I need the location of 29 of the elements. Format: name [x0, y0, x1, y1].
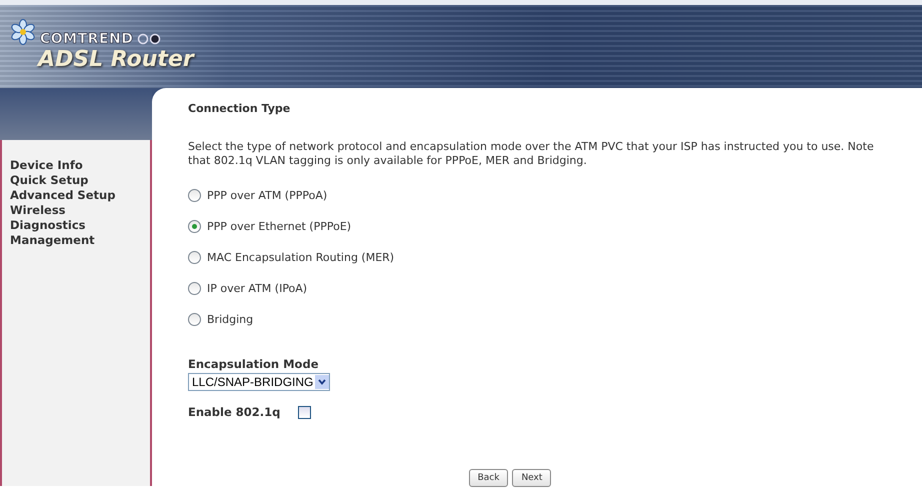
page-title: Connection Type [188, 102, 292, 115]
radio-label: PPP over ATM (PPPoA) [207, 189, 328, 202]
radio-button[interactable] [188, 282, 201, 295]
caret-icon [318, 379, 326, 385]
nav-link[interactable]: Diagnostics [10, 218, 150, 233]
nav-button[interactable]: Next [512, 469, 552, 487]
radio-label: MAC Encapsulation Routing (MER) [207, 251, 394, 264]
nav-link[interactable]: Advanced Setup [10, 188, 150, 203]
radio-button[interactable] [188, 220, 201, 233]
nav-link[interactable]: Wireless [10, 203, 150, 218]
product-title: ADSL Router [38, 47, 194, 72]
nav-button[interactable]: Back [468, 469, 508, 487]
field-label: Encapsulation Mode [188, 357, 318, 371]
radio-label: Bridging [207, 313, 254, 326]
radio-button[interactable] [188, 189, 201, 202]
radio-button[interactable] [188, 313, 201, 326]
radio-button[interactable] [188, 251, 201, 264]
nav-link[interactable]: Management [10, 233, 150, 248]
brand-name: COMTREND [40, 30, 134, 47]
nav-link[interactable]: Device Info [10, 158, 150, 173]
checkbox-label: Enable 802.1q [188, 405, 280, 419]
rings-icon [137, 33, 162, 45]
checkbox[interactable] [298, 406, 312, 418]
radio-label: IP over ATM (IPoA) [207, 282, 308, 295]
nav-link[interactable]: Quick Setup [10, 173, 150, 188]
encapsulation-dropdown[interactable]: LLC/SNAP-BRIDGING [188, 373, 330, 391]
radio-label: PPP over Ethernet (PPPoE) [207, 220, 352, 233]
flower-icon [10, 19, 36, 45]
description-text: Select the type of network protocol and encapsulation mode over the ATM PVC that your ISP has instructed you to use. Note that 802.1q VLAN tagging is only available for PPPoE, MER and Bridging. [188, 140, 875, 168]
